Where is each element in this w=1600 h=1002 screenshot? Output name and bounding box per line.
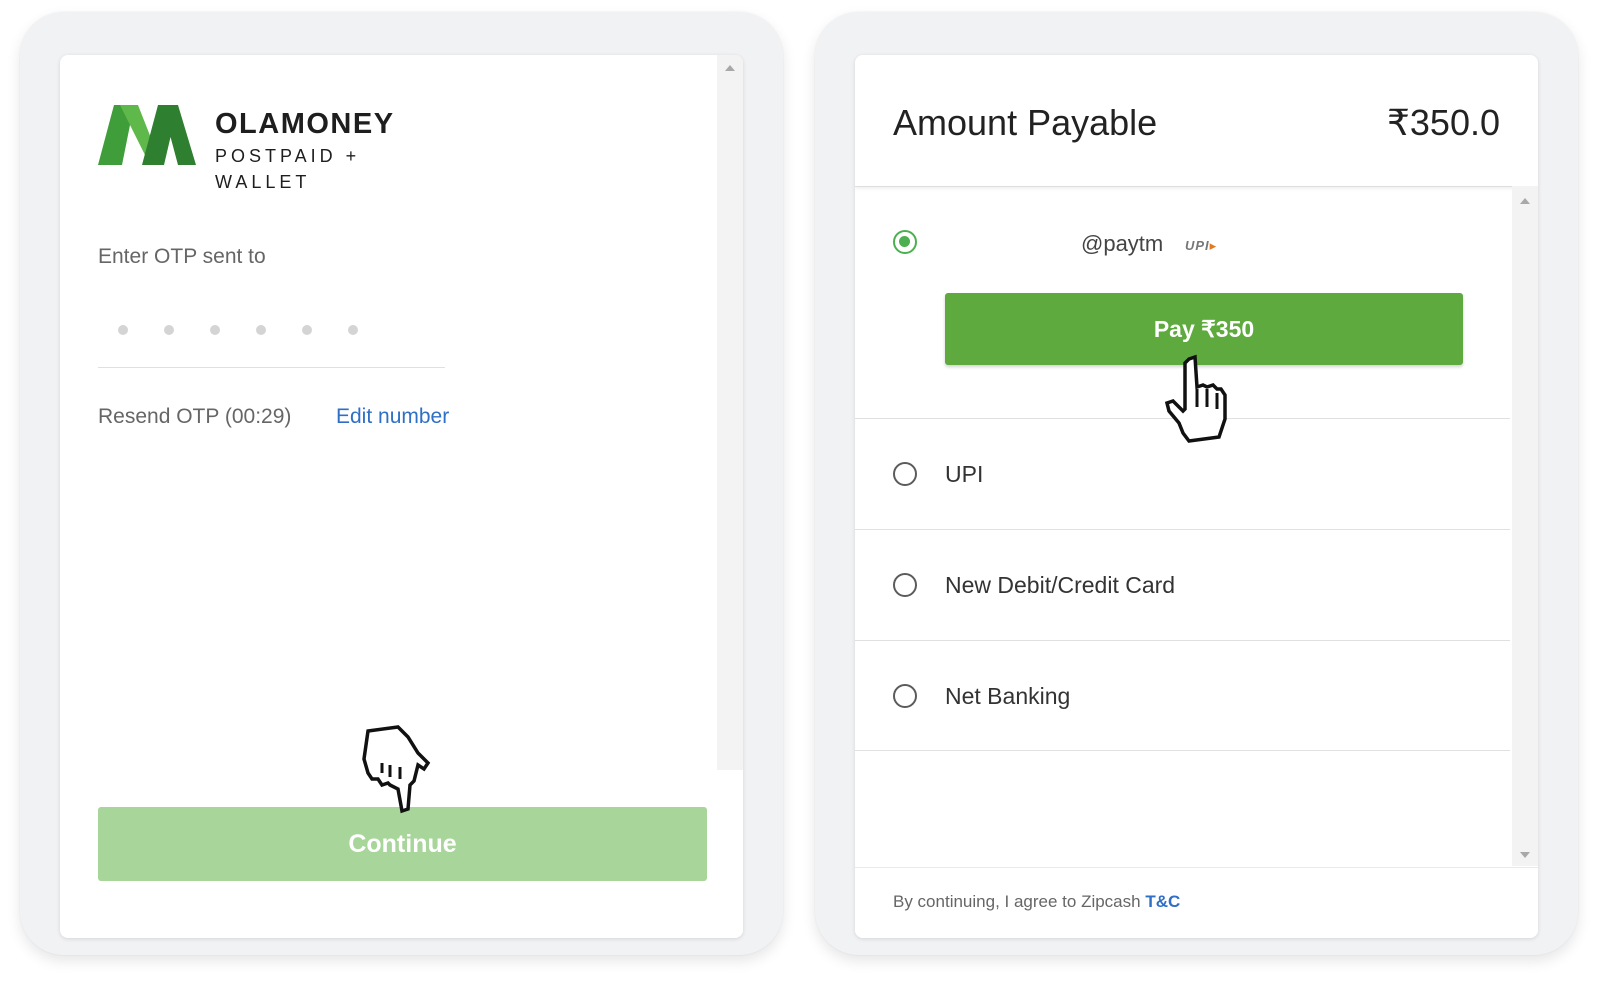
otp-digit-placeholder <box>256 325 266 335</box>
radio-icon[interactable] <box>893 573 917 597</box>
resend-otp-timer: Resend OTP (00:29) <box>98 405 292 428</box>
hand-pointer-icon <box>1164 354 1227 443</box>
brand-name: OLAMONEY <box>215 108 395 140</box>
continue-button[interactable]: Continue <box>98 807 707 881</box>
otp-underline <box>98 367 445 368</box>
radio-icon[interactable] <box>893 684 917 708</box>
otp-card: OLAMONEY POSTPAID + WALLET Enter OTP sen… <box>60 55 743 938</box>
payment-option-card[interactable]: New Debit/Credit Card <box>855 530 1510 641</box>
olamoney-logo-mark <box>98 105 196 165</box>
otp-label: Enter OTP sent to <box>98 245 266 268</box>
otp-digit-placeholder <box>210 325 220 335</box>
terms-footer: By continuing, I agree to Zipcash T&C <box>855 867 1538 938</box>
option-label-upi: UPI <box>945 461 984 487</box>
paytm-vpa: @paytm <box>1081 231 1164 256</box>
otp-digit-placeholder <box>164 325 174 335</box>
payment-card: Amount Payable ₹350.0 @paytm UPI▸ Pay ₹3… <box>855 55 1538 938</box>
otp-digit-placeholder <box>348 325 358 335</box>
scroll-up-icon[interactable] <box>1520 198 1530 204</box>
left-screen-frame: OLAMONEY POSTPAID + WALLET Enter OTP sen… <box>20 12 783 955</box>
radio-icon[interactable] <box>893 230 917 254</box>
terms-link[interactable]: T&C <box>1145 892 1180 911</box>
right-screen-frame: Amount Payable ₹350.0 @paytm UPI▸ Pay ₹3… <box>815 12 1578 955</box>
otp-digit-placeholder <box>118 325 128 335</box>
logo-wordmark: OLAMONEY POSTPAID + WALLET <box>215 107 458 195</box>
scrollbar[interactable] <box>1512 186 1538 866</box>
option-label-netbanking: Net Banking <box>945 683 1071 709</box>
hand-pointer-icon <box>362 725 431 814</box>
edit-number-link[interactable]: Edit number <box>336 405 449 429</box>
amount-value: ₹350.0 <box>1387 102 1500 143</box>
radio-icon[interactable] <box>893 462 917 486</box>
amount-title: Amount Payable <box>893 102 1158 143</box>
olamoney-logo: OLAMONEY POSTPAID + WALLET <box>98 103 458 192</box>
payment-option-netbanking[interactable]: Net Banking <box>855 641 1510 751</box>
brand-subtitle: POSTPAID + WALLET <box>215 146 361 192</box>
option-label-card: New Debit/Credit Card <box>945 572 1176 598</box>
terms-text: By continuing, I agree to Zipcash T&C <box>893 892 1180 912</box>
amount-header: Amount Payable ₹350.0 <box>855 55 1538 187</box>
terms-prefix: By continuing, I agree to Zipcash <box>893 892 1141 911</box>
otp-input[interactable] <box>118 325 358 335</box>
scroll-up-icon[interactable] <box>725 65 735 71</box>
scrollbar[interactable] <box>717 55 743 770</box>
upi-logo: UPI▸ <box>1185 238 1218 253</box>
otp-digit-placeholder <box>302 325 312 335</box>
scroll-down-icon[interactable] <box>1520 852 1530 858</box>
